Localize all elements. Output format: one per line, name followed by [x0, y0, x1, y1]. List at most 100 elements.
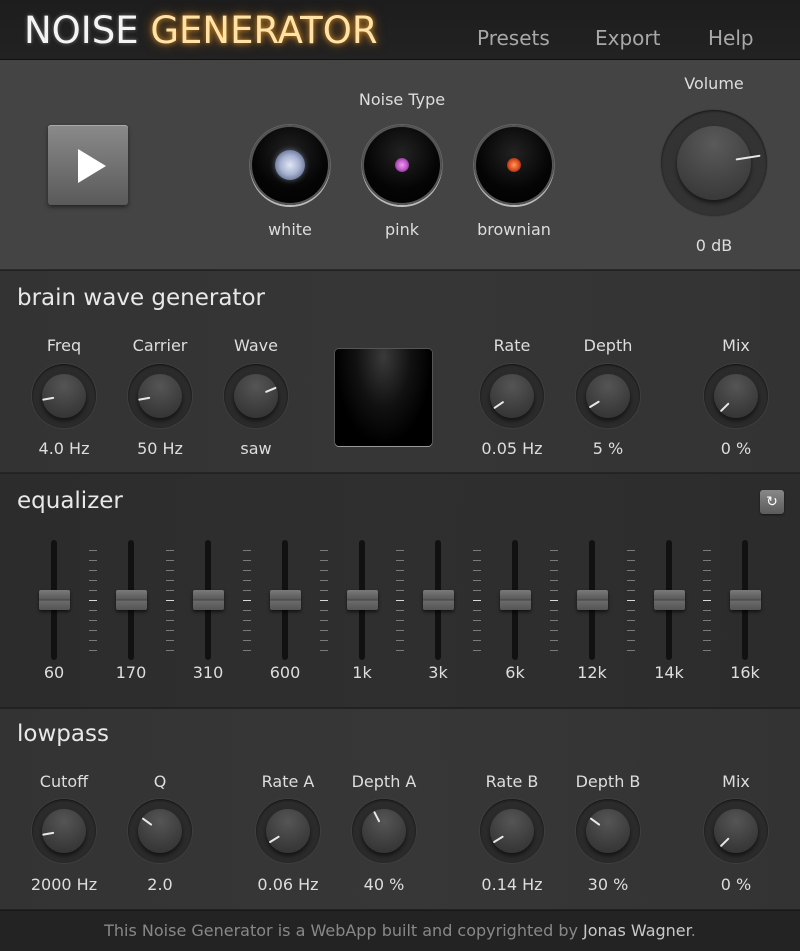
eq-band-label: 6k [505, 663, 525, 682]
noise-type-pink-label: pink [384, 220, 419, 239]
eq-band-label: 310 [192, 663, 224, 682]
lowpass-cutoff-label: Cutoff [39, 772, 89, 791]
footer: This Noise Generator is a WebApp built a… [0, 910, 800, 951]
knob-cap [42, 374, 86, 418]
eq-slider-thumb-12k[interactable] [577, 590, 608, 610]
noise-type-brownian-label: brownian [477, 220, 551, 239]
brainwave-wave-value: saw [240, 439, 272, 458]
eq-slider-thumb-1k[interactable] [347, 590, 378, 610]
noise-type-white-button[interactable] [250, 125, 330, 205]
brainwave-wave-knob[interactable] [224, 364, 288, 428]
noise-type-brownian-button[interactable] [474, 125, 554, 205]
eq-band-label: 60 [43, 663, 65, 682]
lowpass-rate-a-label: Rate A [261, 772, 315, 791]
eq-scale-ticks [549, 550, 558, 652]
brainwave-freq-knob[interactable] [32, 364, 96, 428]
play-button[interactable] [48, 125, 128, 205]
nav-presets[interactable]: Presets [477, 26, 550, 50]
volume-value: 0 dB [695, 236, 733, 255]
oscilloscope-display [335, 349, 432, 446]
brainwave-rate-label: Rate [493, 336, 531, 355]
lowpass-depth-b-knob[interactable] [576, 799, 640, 863]
eq-scale-ticks [88, 550, 97, 652]
eq-slider-thumb-3k[interactable] [423, 590, 454, 610]
eq-band-label: 1k [352, 663, 372, 682]
knob-cap [138, 374, 182, 418]
eq-band-label: 14k [654, 663, 684, 682]
brainwave-rate-value: 0.05 Hz [481, 439, 543, 458]
pink-noise-indicator-icon [395, 158, 409, 172]
reset-icon: ↻ [766, 494, 778, 510]
equalizer-title: equalizer [17, 488, 123, 514]
eq-slider-thumb-310[interactable] [193, 590, 224, 610]
brainwave-carrier-value: 50 Hz [137, 439, 183, 458]
footer-text: This Noise Generator is a WebApp built a… [104, 921, 584, 940]
eq-band-label: 170 [115, 663, 147, 682]
brainwave-carrier-label: Carrier [132, 336, 188, 355]
eq-slider-thumb-600[interactable] [270, 590, 301, 610]
volume-knob[interactable] [661, 110, 767, 216]
generator-section: Noise Type white pink brownian Volume 0 … [0, 60, 800, 270]
volume-label: Volume [684, 74, 744, 93]
nav-export[interactable]: Export [595, 26, 660, 50]
lowpass-rate-a-value: 0.06 Hz [257, 875, 319, 894]
eq-band-label: 16k [730, 663, 760, 682]
lowpass-section: lowpass Cutoff 2000 Hz Q 2.0 Rate A 0.06 Hz De… [0, 709, 800, 909]
lowpass-depth-b-label: Depth B [575, 772, 641, 791]
footer-suffix: . [690, 921, 696, 940]
lowpass-rate-b-label: Rate B [485, 772, 539, 791]
eq-scale-ticks [396, 550, 404, 652]
brainwave-depth-knob[interactable] [576, 364, 640, 428]
brainwave-depth-value: 5 % [592, 439, 624, 458]
lowpass-depth-a-label: Depth A [351, 772, 417, 791]
app-logo: NOISE GENERATOR [24, 9, 378, 52]
brainwave-depth-label: Depth [583, 336, 633, 355]
brainwave-mix-knob[interactable] [704, 364, 768, 428]
lowpass-depth-a-value: 40 % [363, 875, 405, 894]
eq-band-label: 12k [577, 663, 607, 682]
brainwave-carrier-knob[interactable] [128, 364, 192, 428]
eq-scale-ticks [626, 550, 635, 652]
eq-scale-ticks [242, 550, 251, 652]
lowpass-depth-a-knob[interactable] [352, 799, 416, 863]
lowpass-rate-a-knob[interactable] [256, 799, 320, 863]
app-header: NOISE GENERATOR Presets Export Help [0, 0, 800, 60]
lowpass-mix-knob[interactable] [704, 799, 768, 863]
author-link[interactable]: Jonas Wagner [583, 921, 691, 940]
logo-generator: GENERATOR [150, 9, 378, 52]
lowpass-cutoff-value: 2000 Hz [30, 875, 98, 894]
lowpass-q-knob[interactable] [128, 799, 192, 863]
lowpass-rate-b-value: 0.14 Hz [481, 875, 543, 894]
nav-help[interactable]: Help [708, 26, 754, 50]
eq-slider-thumb-6k[interactable] [500, 590, 531, 610]
lowpass-cutoff-knob[interactable] [32, 799, 96, 863]
lowpass-mix-label: Mix [722, 772, 750, 791]
lowpass-q-value: 2.0 [147, 875, 173, 894]
knob-cap [586, 809, 630, 853]
eq-band-label: 3k [428, 663, 448, 682]
eq-slider-thumb-14k[interactable] [654, 590, 685, 610]
logo-noise: NOISE [24, 9, 139, 52]
eq-scale-ticks [319, 550, 328, 652]
noise-type-pink-button[interactable] [362, 125, 442, 205]
brainwave-freq-value: 4.0 Hz [38, 439, 90, 458]
lowpass-rate-b-knob[interactable] [480, 799, 544, 863]
eq-slider-thumb-60[interactable] [39, 590, 70, 610]
knob-cap [42, 809, 86, 853]
noise-type-white-label: white [268, 220, 312, 239]
white-noise-indicator-icon [275, 150, 305, 180]
play-icon [78, 149, 106, 183]
knob-cap [138, 809, 182, 853]
eq-slider-thumb-170[interactable] [116, 590, 147, 610]
brainwave-section: brain wave generator Freq 4.0 Hz Carrier 50… [0, 271, 800, 473]
brainwave-wave-label: Wave [234, 336, 278, 355]
brainwave-rate-knob[interactable] [480, 364, 544, 428]
eq-slider-thumb-16k[interactable] [730, 590, 761, 610]
lowpass-depth-b-value: 30 % [587, 875, 629, 894]
brainwave-freq-label: Freq [46, 336, 82, 355]
noise-type-label: Noise Type [358, 90, 446, 109]
lowpass-title: lowpass [17, 721, 109, 747]
equalizer-reset-button[interactable]: ↻ [760, 490, 784, 514]
brainwave-mix-value: 0 % [720, 439, 752, 458]
knob-cap [266, 809, 310, 853]
